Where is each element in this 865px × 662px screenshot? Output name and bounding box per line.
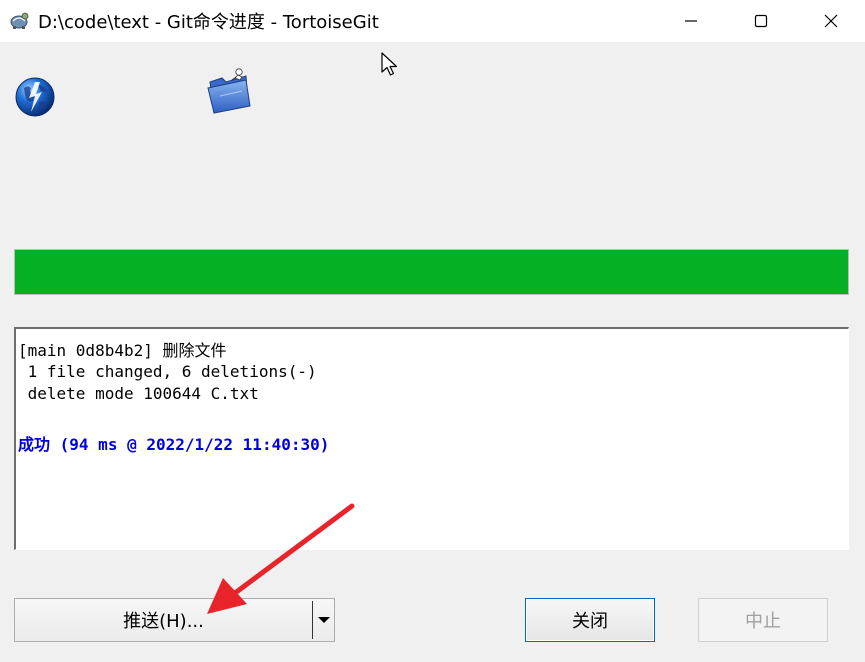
log-line-commit: [main 0d8b4b2] 删除文件 — [18, 337, 227, 361]
maximize-button[interactable] — [726, 0, 796, 42]
log-output[interactable]: [main 0d8b4b2] 删除文件 1 file changed, 6 de… — [14, 327, 849, 550]
maximize-icon — [754, 14, 768, 28]
progress-fill — [15, 250, 848, 294]
log-line-success: 成功 (94 ms @ 2022/1/22 11:40:30) — [18, 431, 329, 455]
folder-icon — [207, 68, 251, 114]
success-detail: (94 ms @ 2022/1/22 11:40:30) — [50, 435, 330, 454]
mouse-pointer-icon — [381, 52, 398, 76]
log-line-delete: delete mode 100644 C.txt — [18, 384, 259, 403]
minimize-icon — [685, 20, 697, 22]
tortoisegit-progress-window: D:\code\text - Git命令进度 - TortoiseGit [ma… — [0, 0, 865, 662]
log-commit-message: 删除文件 — [162, 341, 227, 360]
log-line-summary: 1 file changed, 6 deletions(-) — [18, 362, 317, 381]
globe-icon — [15, 77, 55, 117]
minimize-button[interactable] — [656, 0, 726, 42]
progress-bar — [14, 249, 849, 295]
close-window-button[interactable] — [796, 0, 865, 42]
abort-button: 中止 — [698, 598, 828, 642]
annotation-arrow-icon — [207, 503, 355, 614]
log-commit-ref: [main 0d8b4b2] — [18, 341, 163, 360]
close-button[interactable]: 关闭 — [525, 598, 655, 642]
close-icon — [824, 14, 838, 28]
title-bar[interactable]: D:\code\text - Git命令进度 - TortoiseGit — [0, 0, 865, 42]
success-label: 成功 — [18, 435, 51, 454]
tortoisegit-icon — [10, 12, 29, 29]
window-title: D:\code\text - Git命令进度 - TortoiseGit — [38, 12, 379, 33]
